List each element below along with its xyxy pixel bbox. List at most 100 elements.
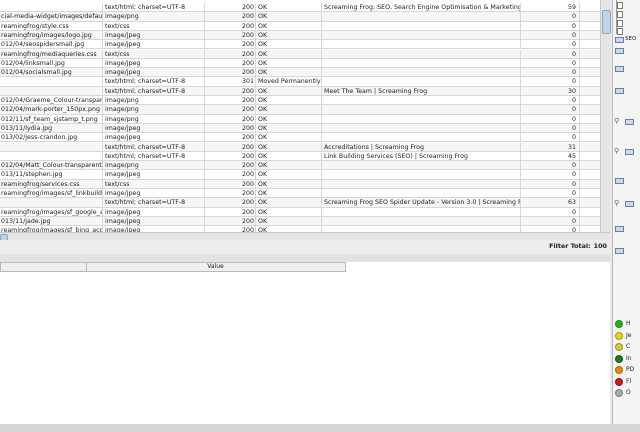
content-type-cell: text/html; charset=UTF-8 [103,151,205,162]
details-table-header: Value [0,262,346,272]
folder-icon[interactable] [615,88,624,94]
title-length-cell: 0 [521,40,580,50]
legend-item: O [615,389,640,398]
url-cell: reamingfrog/mediaqueries.css [0,49,103,59]
table-row[interactable]: text/html; charset=UTF-8 301 Moved Permane… [0,77,600,87]
table-row[interactable]: text/html; charset=UTF-8 200 OK Link Buildi… [0,151,600,162]
url-cell: reamingfrog/style.css [0,21,103,31]
status-cell: OK [256,170,322,180]
table-row[interactable]: 012/04/Graeme_Colour-transpare... image/p… [0,96,600,106]
file-icon[interactable] [617,2,623,9]
status-code-cell: 200 [205,133,256,143]
content-type-cell: image/jpeg [103,170,205,180]
table-row[interactable]: 012/04/Matt_Colour-transparent_1...image… [0,161,600,171]
content-type-cell: image/jpeg [103,123,205,134]
folder-icon[interactable] [625,149,634,155]
folder-icon[interactable] [625,201,634,207]
status-cell: OK [256,189,322,199]
extra-cell [580,124,600,133]
legend-color-icon [615,389,623,397]
extra-cell [580,31,600,40]
folder-icon[interactable] [615,226,624,232]
table-row[interactable]: cial-media-widget/images/default/...imag… [0,12,600,22]
legend-label: PD [626,366,635,373]
vertical-scroll-thumb[interactable] [602,10,611,34]
content-type-cell: text/css [103,49,205,59]
table-row[interactable]: 013/11/lydia.jpg image/jpeg 200 OK 0 [0,123,600,134]
content-type-cell: text/html; charset=UTF-8 [103,142,205,152]
title-cell [322,123,521,134]
status-code-cell: 200 [205,49,256,59]
file-icon[interactable] [617,20,623,27]
table-row[interactable]: text/html; charset=UTF-8 200 OK Meet The Te… [0,86,600,96]
tree-item-seo[interactable]: SEO [625,36,636,43]
extra-cell [580,96,600,105]
url-cell [0,142,103,152]
expand-key-icon[interactable]: ⚲ [614,148,619,155]
folder-icon[interactable] [625,119,634,125]
folder-icon[interactable] [615,248,624,254]
table-row[interactable]: 012/04/socialsmall.jpg image/jpeg 200 OK 0 [0,68,600,78]
content-type-cell: image/jpeg [103,133,205,143]
table-row[interactable]: reamingfrog/images/sf_linkbuildi... image… [0,189,600,199]
panel-splitter[interactable] [0,254,610,262]
title-length-cell: 0 [521,179,580,189]
table-row[interactable]: text/html; charset=UTF-8 200 OK Screaming F… [0,198,600,208]
vertical-scrollbar[interactable] [600,0,611,232]
status-code-cell: 200 [205,86,256,96]
content-type-cell: image/png [103,105,205,115]
status-cell: OK [256,86,322,96]
content-type-cell: text/html; charset=UTF-8 [103,86,205,96]
table-row[interactable]: 013/11/stephen.jpg image/jpeg 200 OK 0 [0,170,600,180]
name-column-header[interactable] [1,263,87,271]
status-code-cell: 200 [205,96,256,106]
url-cell [0,3,103,13]
folder-icon[interactable] [615,66,624,72]
url-cell: 013/11/stephen.jpg [0,170,103,180]
horizontal-scrollbar[interactable] [0,232,610,241]
status-code-cell: 200 [205,179,256,189]
folder-icon[interactable] [615,48,624,54]
table-row[interactable]: reamingfrog/services.css text/css 200 OK 0 [0,179,600,189]
url-cell: 012/04/socialsmall.jpg [0,68,103,78]
content-type-cell: image/png [103,114,205,124]
table-row[interactable]: reamingfrog/images/logo.jpg image/jpeg 200… [0,30,600,41]
title-cell [322,96,521,106]
table-row[interactable]: reamingfrog/style.css text/css 200 OK 0 [0,21,600,31]
table-row[interactable]: text/html; charset=UTF-8 200 OK Screaming F… [0,3,600,13]
title-cell [322,179,521,189]
table-row[interactable]: reamingfrog/mediaqueries.css text/css 200 O… [0,49,600,59]
file-icon[interactable] [617,11,623,18]
expand-key-icon[interactable]: ⚲ [614,118,619,125]
status-cell: OK [256,105,322,115]
url-cell: 012/04/mark-porter_150px.png [0,105,103,115]
content-type-cell: image/png [103,161,205,171]
file-icon[interactable] [617,28,623,35]
expand-key-icon[interactable]: ⚲ [614,200,619,207]
table-row[interactable]: 012/04/seospidersmall.jpg image/jpeg 200 OK… [0,40,600,50]
status-cell: OK [256,151,322,162]
table-row[interactable]: text/html; charset=UTF-8 200 OK Accreditati… [0,142,600,152]
url-cell [0,86,103,96]
folder-icon[interactable] [615,37,624,43]
legend-color-icon [615,343,623,351]
table-row[interactable]: reamingfrog/images/sf_google_a... image/j… [0,207,600,217]
value-column-header[interactable]: Value [86,263,345,271]
content-type-cell: image/png [103,96,205,106]
title-cell [322,170,521,180]
table-row[interactable]: 012/04/mark-porter_150px.png image/png 200… [0,105,600,115]
title-length-cell: 59 [521,3,580,13]
status-cell: OK [256,114,322,124]
status-cell: OK [256,30,322,41]
extra-cell [580,50,600,59]
table-row[interactable]: 013/02/jess-crandon.jpg image/jpeg 200 OK 0 [0,133,600,143]
extra-cell [580,105,600,114]
table-row[interactable]: 012/11/sf_team_sjstamp_t.png image/png 200… [0,114,600,124]
title-cell [322,68,521,78]
status-cell: Moved Permanently [258,77,322,87]
folder-icon[interactable] [615,178,624,184]
extra-cell [580,170,600,179]
legend-item: H [615,320,640,329]
table-row[interactable]: 012/04/linksmall.jpg image/jpeg 200 OK 0 [0,58,600,69]
table-row[interactable]: 013/11/jade.jpg image/jpeg 200 OK 0 [0,216,600,227]
